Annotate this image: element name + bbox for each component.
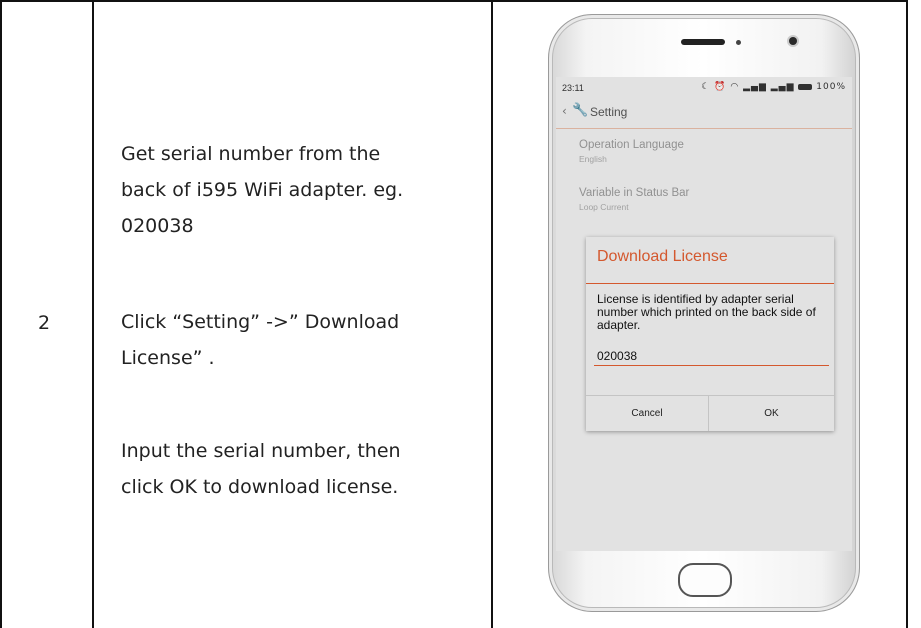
instruction-line: click OK to download license. (121, 476, 399, 498)
dialog-title: Download License (597, 248, 728, 265)
instruction-line: back of i595 WiFi adapter. eg. (121, 179, 404, 201)
serial-number-input[interactable] (594, 347, 829, 366)
table-left-border (0, 0, 2, 628)
table-top-border (0, 0, 908, 2)
phone-mockup: 23:11 ☾ ⏰ ◠ ▂▄▆ ▂▄▆ 100% ‹ 🔧 Setting Ope… (548, 14, 860, 612)
table-right-border (906, 0, 908, 628)
ok-button[interactable]: OK (710, 396, 833, 431)
table-col-divider-2 (491, 0, 493, 628)
instruction-paragraph-2: Click “Setting” ->” Download License” . (121, 304, 399, 376)
instruction-line: Get serial number from the (121, 143, 381, 165)
phone-sensor (736, 40, 741, 45)
step-number: 2 (38, 312, 51, 334)
instruction-line: 020038 (121, 215, 194, 237)
instruction-line: Click “Setting” ->” Download (121, 311, 400, 333)
download-license-dialog: Download License License is identified b… (586, 237, 834, 431)
instruction-line: License” . (121, 347, 215, 369)
cancel-button[interactable]: Cancel (586, 396, 709, 431)
dialog-message: License is identified by adapter serial … (597, 292, 816, 332)
instruction-paragraph-1: Get serial number from the back of i595 … (121, 136, 403, 244)
home-button[interactable] (678, 563, 732, 597)
instruction-table: 2 Get serial number from the back of i59… (0, 0, 921, 628)
phone-speaker (681, 39, 725, 45)
dialog-title-divider (586, 283, 834, 284)
instruction-line: Input the serial number, then (121, 440, 401, 462)
table-col-divider-1 (92, 0, 94, 628)
phone-screen: 23:11 ☾ ⏰ ◠ ▂▄▆ ▂▄▆ 100% ‹ 🔧 Setting Ope… (556, 77, 852, 551)
phone-camera (789, 37, 797, 45)
instruction-paragraph-3: Input the serial number, then click OK t… (121, 433, 401, 505)
